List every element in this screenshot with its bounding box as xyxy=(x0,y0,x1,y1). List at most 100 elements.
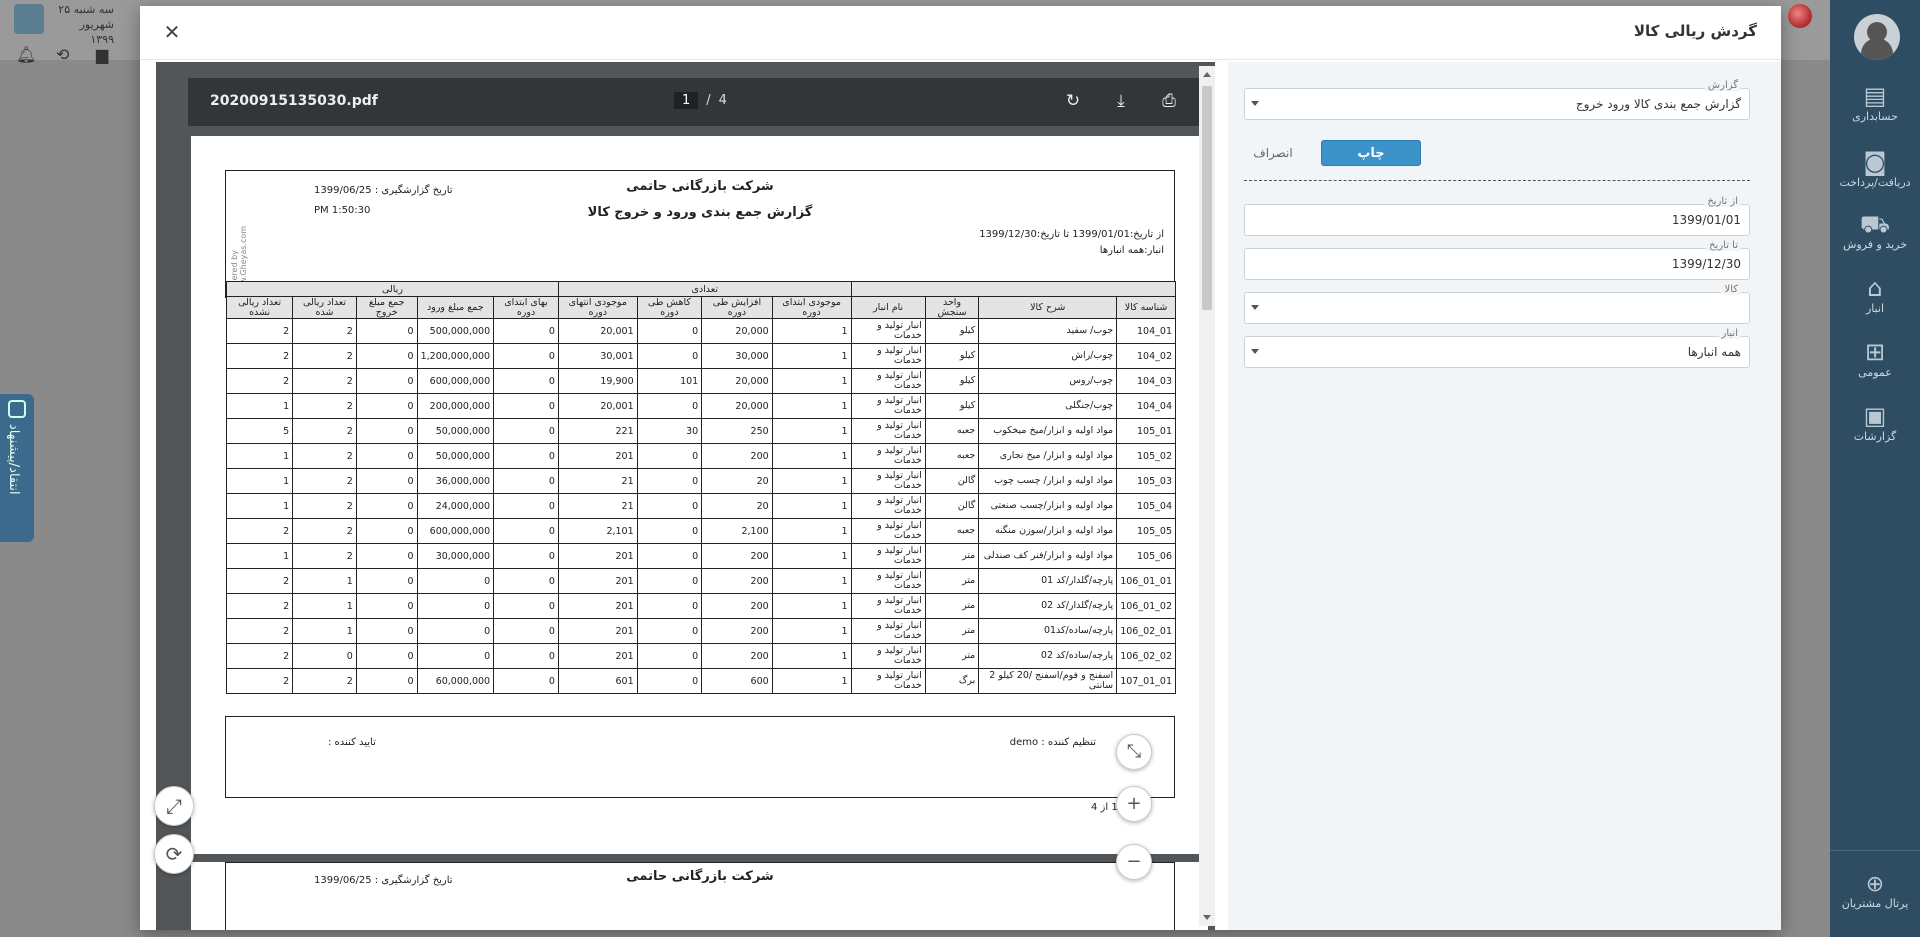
table-cell: کیلو xyxy=(924,393,980,419)
form-divider xyxy=(1244,180,1750,181)
table-cell: 0 xyxy=(416,643,495,669)
bell-icon[interactable]: 🔔︎ xyxy=(16,46,36,64)
table-cell: 106_02_02 xyxy=(1116,643,1176,669)
table-cell: 2 xyxy=(225,643,294,669)
table-cell: 2 xyxy=(292,443,357,469)
history-icon[interactable]: ⟲ xyxy=(56,46,74,64)
table-cell: اسفنج و فوم/اسفنج /20 کیلو 2 سانتی xyxy=(978,668,1118,694)
from-date-field[interactable]: از تاریخ 1399/01/01 xyxy=(1244,196,1750,236)
pdf-current-page-input[interactable]: 1 xyxy=(674,92,699,109)
table-cell: انبار تولید و خدمات xyxy=(850,343,926,369)
report-select-value: گزارش جمع بندی کالا ورود خروج xyxy=(1575,97,1741,111)
column-header: شناسه کالا xyxy=(1116,296,1176,319)
table-cell: 600,000,000 xyxy=(416,368,495,394)
store-select[interactable]: انبار همه انبارها xyxy=(1244,328,1750,368)
table-cell: 2 xyxy=(292,368,357,394)
fit-page-icon[interactable]: ⤡ xyxy=(1116,734,1152,770)
table-cell: 0 xyxy=(355,568,418,594)
pdf-scrollbar[interactable] xyxy=(1199,66,1215,926)
report-modal: گردش ریالی کالا ✕ 20200915135030.pdf 1 /… xyxy=(140,6,1781,930)
print-button[interactable]: چاپ xyxy=(1321,140,1421,166)
header-date: سه شنبه ۲۵ شهریور ۱۳۹۹ xyxy=(54,2,114,47)
item-select[interactable]: کالا xyxy=(1244,284,1750,324)
table-cell: 0 xyxy=(355,543,418,569)
table-cell: 0 xyxy=(636,543,703,569)
refresh-icon[interactable]: ⟳ xyxy=(154,834,194,874)
table-cell: 0 xyxy=(493,343,559,369)
modal-title: گردش ریالی کالا xyxy=(1633,22,1757,40)
user-avatar-small[interactable] xyxy=(1788,4,1812,28)
sidebar-item-payments[interactable]: ◙ دریافت/پرداخت xyxy=(1830,148,1920,189)
table-cell: 1 xyxy=(771,668,852,694)
report-table: ریالی تعدادی تعداد ریالی نشده تعداد ریالی… xyxy=(225,281,1177,694)
store-select-label: انبار xyxy=(1718,328,1741,339)
table-cell: متر xyxy=(924,618,980,644)
table-cell: 0 xyxy=(636,568,703,594)
scroll-thumb[interactable] xyxy=(1202,86,1212,310)
report-time: PM 1:50:30 xyxy=(314,205,371,216)
table-cell: 0 xyxy=(493,518,559,544)
table-cell: 201 xyxy=(557,443,638,469)
sidebar-item-sales[interactable]: ⛟ خرید و فروش xyxy=(1830,210,1920,251)
sidebar-item-customer-portal[interactable]: ⊕ پرتال مشتریان xyxy=(1830,872,1920,910)
table-cell: 250 xyxy=(701,418,773,444)
zoom-out-icon[interactable]: − xyxy=(1116,844,1152,880)
table-cell: 19,900 xyxy=(557,368,638,394)
table-cell: 201 xyxy=(557,543,638,569)
table-row: 2 1 0 0 0 201 0 200 1 انبار تولید و خدمات متر پارچه… xyxy=(225,593,1176,619)
scroll-up-icon[interactable] xyxy=(1203,72,1211,77)
table-cell: 1 xyxy=(771,518,852,544)
table-cell: 1 xyxy=(771,318,852,344)
user-avatar[interactable] xyxy=(1854,14,1900,60)
rotate-icon[interactable]: ↻ xyxy=(1062,90,1084,112)
chat-icon[interactable]: ▆ xyxy=(96,46,114,64)
sidebar-item-reports[interactable]: ▣ گزارشات xyxy=(1830,402,1920,443)
table-row: 1 2 0 24,000,000 0 21 0 20 1 انبار تولید و خدمات گ… xyxy=(225,493,1176,519)
sidebar-item-warehouse[interactable]: ⌂ انبار xyxy=(1830,274,1920,315)
signature-box: تنظیم کننده : demo تایید کننده : xyxy=(225,716,1175,798)
table-cell: 500,000,000 xyxy=(416,318,495,344)
table-cell: 20 xyxy=(701,468,773,494)
item-select-label: کالا xyxy=(1721,284,1741,295)
feedback-tab[interactable]: انتقاد/پیشنهاد xyxy=(0,394,34,542)
print-icon[interactable]: ⎙ xyxy=(1158,90,1180,112)
pdf-page-separator: / xyxy=(706,93,711,108)
zoom-in-icon[interactable]: + xyxy=(1116,786,1152,822)
cancel-button[interactable]: انصراف xyxy=(1248,146,1298,160)
feedback-icon xyxy=(8,400,26,418)
table-cell: 0 xyxy=(636,443,703,469)
pdf-viewer: 20200915135030.pdf 1 / 4 ↻ ⤓ ⎙ powered b… xyxy=(140,62,1228,930)
to-date-label: تا تاریخ xyxy=(1706,240,1741,251)
header-date-line2: شهریور ۱۳۹۹ xyxy=(79,18,114,46)
table-cell: 0 xyxy=(493,593,559,619)
column-header: کاهش طی دوره xyxy=(636,296,703,319)
table-cell: 0 xyxy=(493,643,559,669)
fullscreen-icon[interactable]: ⤢ xyxy=(154,786,194,826)
table-cell: 107_01_01 xyxy=(1116,668,1176,694)
report-header-box: powered by www.Gheyas.com شرکت بازرگانی … xyxy=(225,170,1177,694)
table-cell: مواد اولیه و ابزار/چسب صنعتی xyxy=(978,493,1118,519)
table-cell: 105_05 xyxy=(1116,518,1176,544)
table-cell: 600,000,000 xyxy=(416,518,495,544)
grid-icon: ⊞ xyxy=(1864,338,1886,366)
sidebar-item-general[interactable]: ⊞ عمومی xyxy=(1830,338,1920,379)
table-cell: چوب/جنگلی xyxy=(978,393,1118,419)
table-cell: 201 xyxy=(557,643,638,669)
cart-icon: ⛟ xyxy=(1859,210,1891,238)
table-cell: 0 xyxy=(493,618,559,644)
table-row: 2 1 0 0 0 201 0 200 1 انبار تولید و خدمات متر پارچه… xyxy=(225,618,1176,644)
table-cell: 1 xyxy=(292,593,357,619)
table-cell: 2 xyxy=(225,343,294,369)
report-select[interactable]: گزارش گزارش جمع بندی کالا ورود خروج xyxy=(1244,80,1750,120)
download-icon[interactable]: ⤓ xyxy=(1110,90,1132,112)
close-icon[interactable]: ✕ xyxy=(160,20,184,44)
to-date-field[interactable]: تا تاریخ 1399/12/30 xyxy=(1244,240,1750,280)
table-cell: 201 xyxy=(557,568,638,594)
table-cell: 0 xyxy=(355,393,418,419)
table-cell: 24,000,000 xyxy=(416,493,495,519)
table-cell: جعبه xyxy=(924,518,980,544)
table-cell: 2 xyxy=(292,393,357,419)
sidebar-item-accounting[interactable]: ▤ حسابداری xyxy=(1830,82,1920,123)
table-cell: 2 xyxy=(292,668,357,694)
scroll-down-icon[interactable] xyxy=(1203,915,1211,920)
